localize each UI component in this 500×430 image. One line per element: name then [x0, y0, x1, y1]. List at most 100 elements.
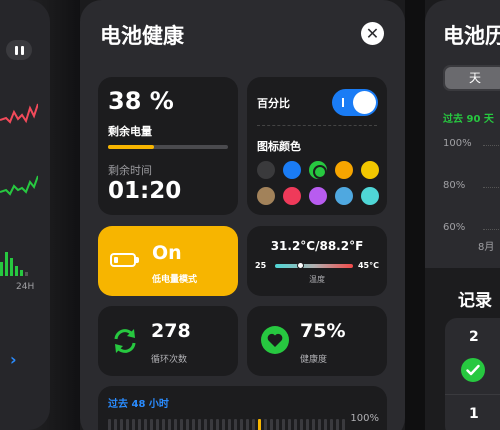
history-bar [156, 419, 159, 430]
bar [10, 258, 13, 276]
history-bar [312, 419, 315, 430]
history-bar [342, 419, 345, 430]
toggle-knob [353, 91, 376, 114]
health-tile: 75% 健康度 [247, 306, 387, 376]
gridline [483, 229, 500, 230]
period-segmented-control[interactable]: 天 [443, 65, 500, 91]
color-swatch[interactable] [335, 187, 353, 205]
close-button[interactable]: ✕ [361, 22, 384, 45]
temperature-label: 温度 [309, 275, 325, 284]
remaining-charge-tile: 38 % 剩余电量 剩余时间 01:20 [98, 77, 238, 215]
green-bar-chart [0, 252, 28, 276]
history-bar [216, 419, 219, 430]
history-bar [168, 419, 171, 430]
history-bar [132, 419, 135, 430]
temperature-min: 25 [255, 261, 267, 270]
history-bar [198, 419, 201, 430]
history-bar [192, 419, 195, 430]
history-bar [144, 419, 147, 430]
history-bar [114, 419, 117, 430]
color-swatch[interactable] [257, 161, 275, 179]
color-swatch[interactable] [283, 187, 301, 205]
left-adjacent-panel[interactable]: 24H › [0, 0, 50, 430]
red-line-chart [0, 103, 38, 124]
color-swatch[interactable] [309, 187, 327, 205]
history-bar [282, 419, 285, 430]
history-bar [126, 419, 129, 430]
percentage-toggle[interactable] [332, 89, 378, 116]
cycle-count-label: 循环次数 [151, 355, 188, 365]
history-bar-chart [108, 416, 348, 430]
remaining-time-value: 01:20 [108, 178, 182, 204]
history-range-label: 过去 48 小时 [108, 399, 169, 410]
gridline [483, 145, 500, 146]
temperature-value: 31.2°C/88.2°F [270, 239, 364, 253]
chevron-right-icon[interactable]: › [10, 350, 17, 369]
month-label: 8月 [478, 242, 495, 253]
divider [257, 125, 377, 126]
record-number: 1 [469, 406, 479, 422]
temperature-max: 45°C [357, 261, 379, 270]
bar [0, 262, 3, 276]
green-series-line [0, 175, 38, 196]
history-48h-tile[interactable]: 过去 48 小时 100% [98, 386, 387, 430]
segment-day[interactable]: 天 [445, 67, 500, 89]
history-bar [228, 419, 231, 430]
percentage-settings-tile: 百分比 图标颜色 [247, 77, 387, 215]
charge-percent: 38 % [108, 87, 174, 115]
pause-button[interactable] [6, 40, 32, 60]
history-bar [180, 419, 183, 430]
color-swatch[interactable] [361, 187, 379, 205]
history-bar [330, 419, 333, 430]
background-gap [405, 0, 425, 430]
history-bar [174, 419, 177, 430]
history-bar [222, 419, 225, 430]
color-swatch[interactable] [257, 187, 275, 205]
checkmark-icon [461, 358, 485, 382]
tick-label: 100% [443, 138, 472, 149]
axis-label-24h: 24H [16, 282, 35, 292]
charge-label: 剩余电量 [108, 125, 152, 138]
gridline [483, 187, 500, 188]
icon-color-label: 图标颜色 [257, 140, 301, 153]
history-bar [336, 419, 339, 430]
low-power-mode-tile[interactable]: On 低电量模式 [98, 226, 238, 296]
history-bar [324, 419, 327, 430]
history-range-label: 过去 90 天 [443, 114, 494, 125]
bar [20, 270, 23, 276]
color-swatch[interactable] [335, 161, 353, 179]
divider [445, 394, 500, 395]
history-panel-title: 电池历 [443, 24, 500, 48]
color-swatch[interactable] [283, 161, 301, 179]
close-icon: ✕ [365, 23, 380, 43]
cycle-count-value: 278 [151, 320, 191, 342]
color-swatch[interactable] [361, 161, 379, 179]
tick-label: 80% [443, 180, 466, 191]
health-label: 健康度 [300, 355, 328, 365]
history-bar [276, 419, 279, 430]
history-bar [234, 419, 237, 430]
temperature-gradient-bar [275, 264, 353, 268]
page-title: 电池健康 [100, 24, 184, 48]
pause-icon [14, 45, 18, 55]
red-series-line [0, 103, 38, 124]
charge-progress-bar [108, 145, 228, 149]
battery-icon [110, 253, 139, 267]
battery-health-card: 电池健康 ✕ 38 % 剩余电量 剩余时间 01:20 百分比 图标颜色 On … [80, 0, 405, 430]
history-bar [252, 419, 255, 430]
records-title: 记录 [458, 291, 492, 311]
remaining-time-label: 剩余时间 [108, 164, 152, 177]
health-value: 75% [300, 320, 346, 342]
history-bar [318, 419, 321, 430]
low-power-label: 低电量模式 [152, 275, 198, 285]
history-max-label: 100% [350, 413, 379, 424]
history-bar [240, 419, 243, 430]
cycle-count-tile: 278 循环次数 [98, 306, 238, 376]
history-bar [186, 419, 189, 430]
color-swatch[interactable] [309, 161, 327, 179]
heart-icon [261, 326, 289, 354]
history-bar [138, 419, 141, 430]
record-card[interactable]: 2 1 [445, 318, 500, 430]
history-bar [264, 419, 267, 430]
history-bar [288, 419, 291, 430]
